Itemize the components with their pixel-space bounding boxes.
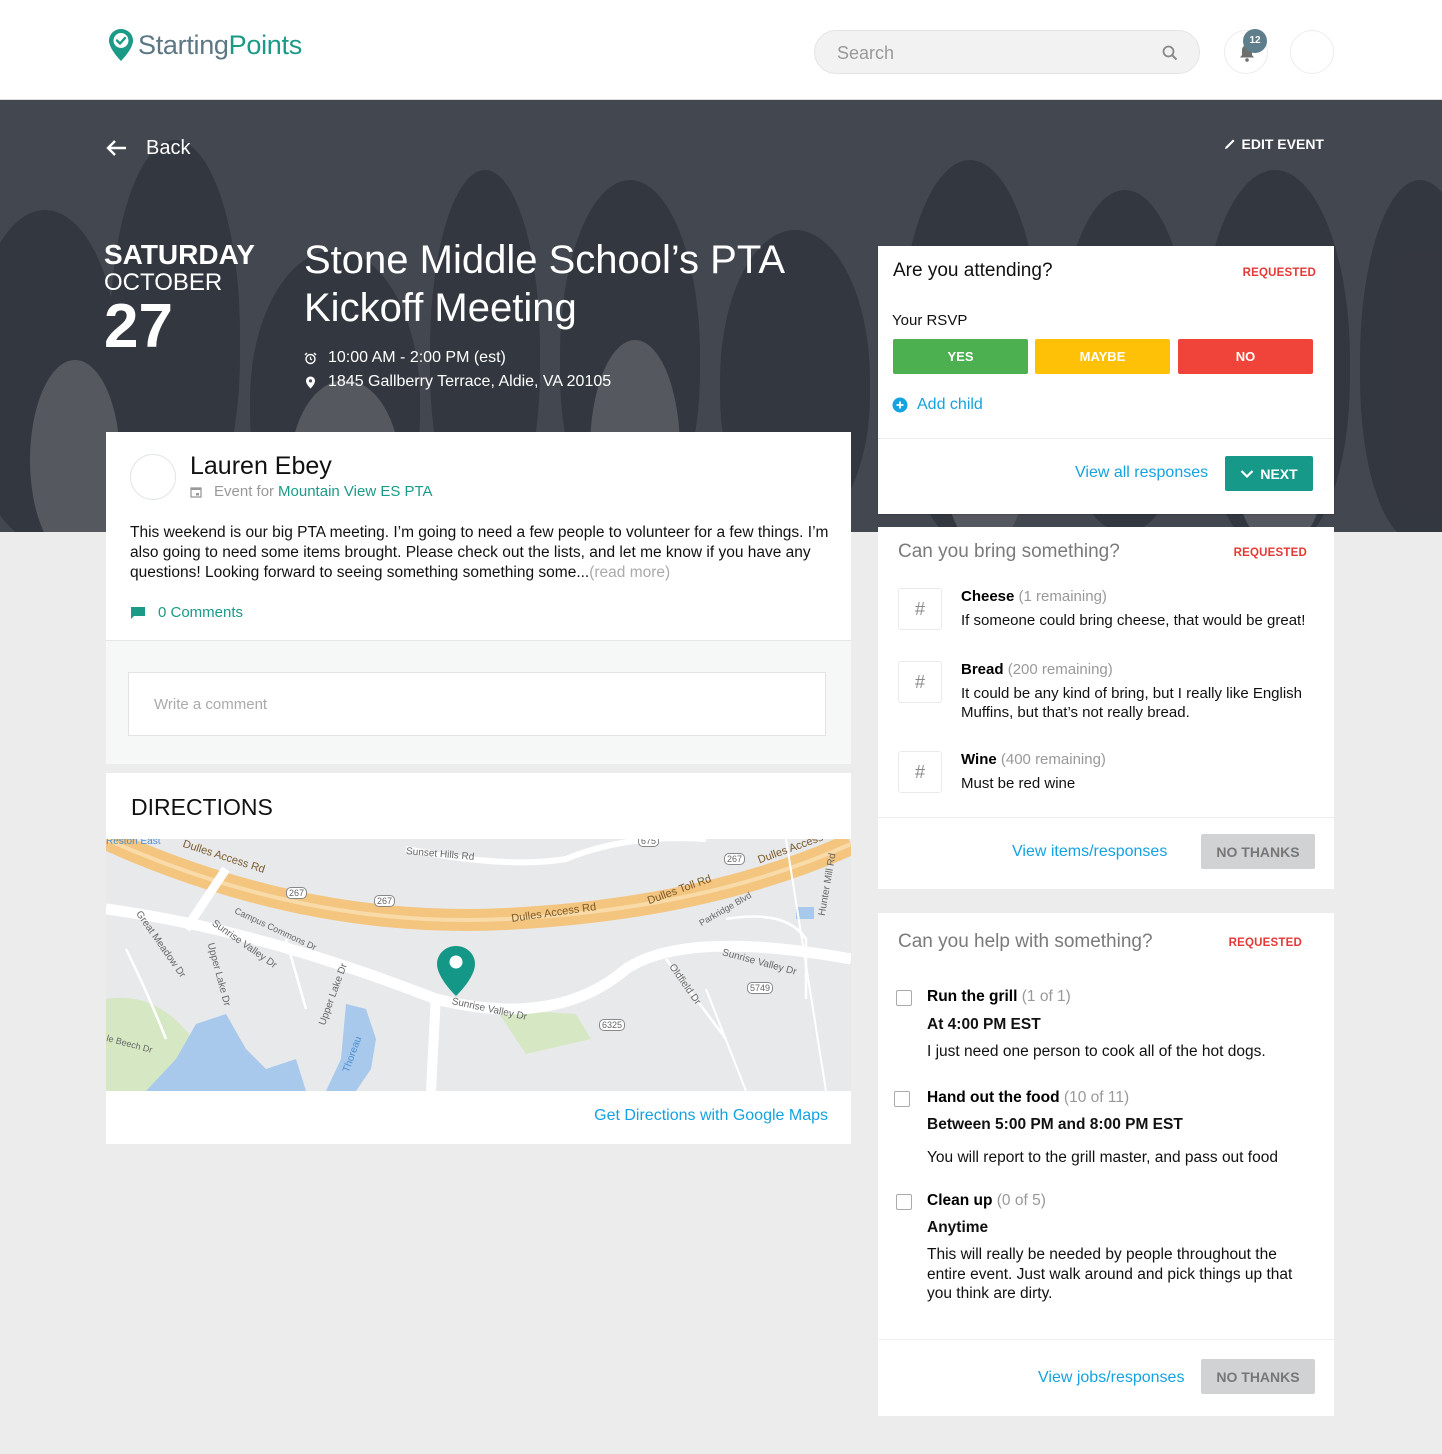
event-day: 27 xyxy=(104,292,173,361)
logo-text: StartingPoints xyxy=(138,29,302,60)
rsvp-no-button[interactable]: NO xyxy=(1178,339,1313,374)
search-icon[interactable] xyxy=(1161,44,1179,62)
help-with-something-card: Can you help with something? REQUESTED R… xyxy=(878,913,1334,1416)
back-label: Back xyxy=(146,136,191,159)
back-button[interactable]: Back xyxy=(104,136,190,160)
view-items-responses-link[interactable]: View items/responses xyxy=(1012,843,1167,861)
event-date: SATURDAY OCTOBER 27 xyxy=(104,240,255,358)
edit-event-label: EDIT EVENT xyxy=(1241,136,1324,152)
calendar-icon xyxy=(190,486,202,498)
read-more-link[interactable]: (read more) xyxy=(589,564,670,581)
user-avatar[interactable] xyxy=(1290,30,1334,74)
event-location: 1845 Gallberry Terrace, Aldie, VA 20105 xyxy=(304,373,611,391)
notification-badge: 12 xyxy=(1243,29,1267,53)
job-checkbox[interactable] xyxy=(894,1091,910,1107)
search-input[interactable] xyxy=(837,41,1157,65)
next-button[interactable]: NEXT xyxy=(1225,456,1313,491)
view-jobs-responses-link[interactable]: View jobs/responses xyxy=(1038,1369,1184,1387)
view-all-responses-link[interactable]: View all responses xyxy=(1075,464,1208,482)
divider xyxy=(878,1339,1334,1340)
bring-title: Can you bring something? xyxy=(898,541,1120,562)
check-pin-icon xyxy=(109,29,133,61)
directions-title: DIRECTIONS xyxy=(131,794,273,820)
quantity-input[interactable]: # xyxy=(898,661,942,703)
bring-something-card: Can you bring something? REQUESTED # Che… xyxy=(878,527,1334,889)
job-checkbox[interactable] xyxy=(896,1194,912,1210)
event-post-card: Lauren Ebey Event for Mountain View ES P… xyxy=(106,432,851,764)
rsvp-card: Are you attending? REQUESTED Your RSVP Y… xyxy=(878,246,1334,514)
rsvp-title: Are you attending? xyxy=(893,260,1053,281)
comments-link[interactable]: 0 Comments xyxy=(130,604,243,621)
requested-badge: REQUESTED xyxy=(1233,547,1307,559)
quantity-input[interactable]: # xyxy=(898,751,942,793)
alarm-clock-icon xyxy=(304,352,317,364)
location-marker-icon[interactable] xyxy=(436,945,476,997)
arrow-left-icon xyxy=(106,140,126,156)
chevron-down-icon xyxy=(1241,469,1254,478)
comment-input[interactable] xyxy=(128,672,826,736)
group-link[interactable]: Mountain View ES PTA xyxy=(278,483,433,500)
help-title: Can you help with something? xyxy=(898,931,1153,952)
notifications-button[interactable]: 12 xyxy=(1224,29,1268,74)
map[interactable]: Reston East Dulles Access Rd Dulles Acce… xyxy=(106,839,851,1091)
map-pin-icon xyxy=(306,376,315,388)
rsvp-yes-button[interactable]: YES xyxy=(893,339,1028,374)
edit-event-button[interactable]: EDIT EVENT xyxy=(1224,136,1324,152)
help-no-thanks-button[interactable]: NO THANKS xyxy=(1201,1359,1315,1394)
event-weekday: SATURDAY xyxy=(104,239,255,270)
top-bar: StartingPoints 12 xyxy=(0,0,1442,100)
plus-circle-icon xyxy=(892,397,908,413)
post-body: This weekend is our big PTA meeting. I’m… xyxy=(130,524,829,581)
divider xyxy=(878,438,1334,439)
divider xyxy=(878,817,1334,818)
author-avatar[interactable] xyxy=(130,454,176,500)
google-maps-link[interactable]: Get Directions with Google Maps xyxy=(594,1107,828,1125)
logo[interactable]: StartingPoints xyxy=(108,28,302,62)
event-for-line: Event for Mountain View ES PTA xyxy=(190,483,433,500)
author-name[interactable]: Lauren Ebey xyxy=(190,452,332,481)
add-child-button[interactable]: Add child xyxy=(892,396,983,414)
rsvp-label: Your RSVP xyxy=(892,312,968,329)
event-title: Stone Middle School’s PTA Kickoff Meetin… xyxy=(304,238,783,330)
comment-section xyxy=(106,640,851,764)
quantity-input[interactable]: # xyxy=(898,588,942,630)
rsvp-maybe-button[interactable]: MAYBE xyxy=(1035,339,1170,374)
event-time: 10:00 AM - 2:00 PM (est) xyxy=(304,349,506,367)
job-checkbox[interactable] xyxy=(896,990,912,1006)
directions-card: DIRECTIONS Reston East Dulles Access Rd … xyxy=(106,773,851,1144)
bring-no-thanks-button[interactable]: NO THANKS xyxy=(1201,834,1315,869)
requested-badge: REQUESTED xyxy=(1242,267,1316,279)
search-bar xyxy=(814,30,1200,74)
requested-badge: REQUESTED xyxy=(1228,937,1302,949)
pencil-icon xyxy=(1224,139,1235,149)
comment-icon xyxy=(131,606,145,619)
